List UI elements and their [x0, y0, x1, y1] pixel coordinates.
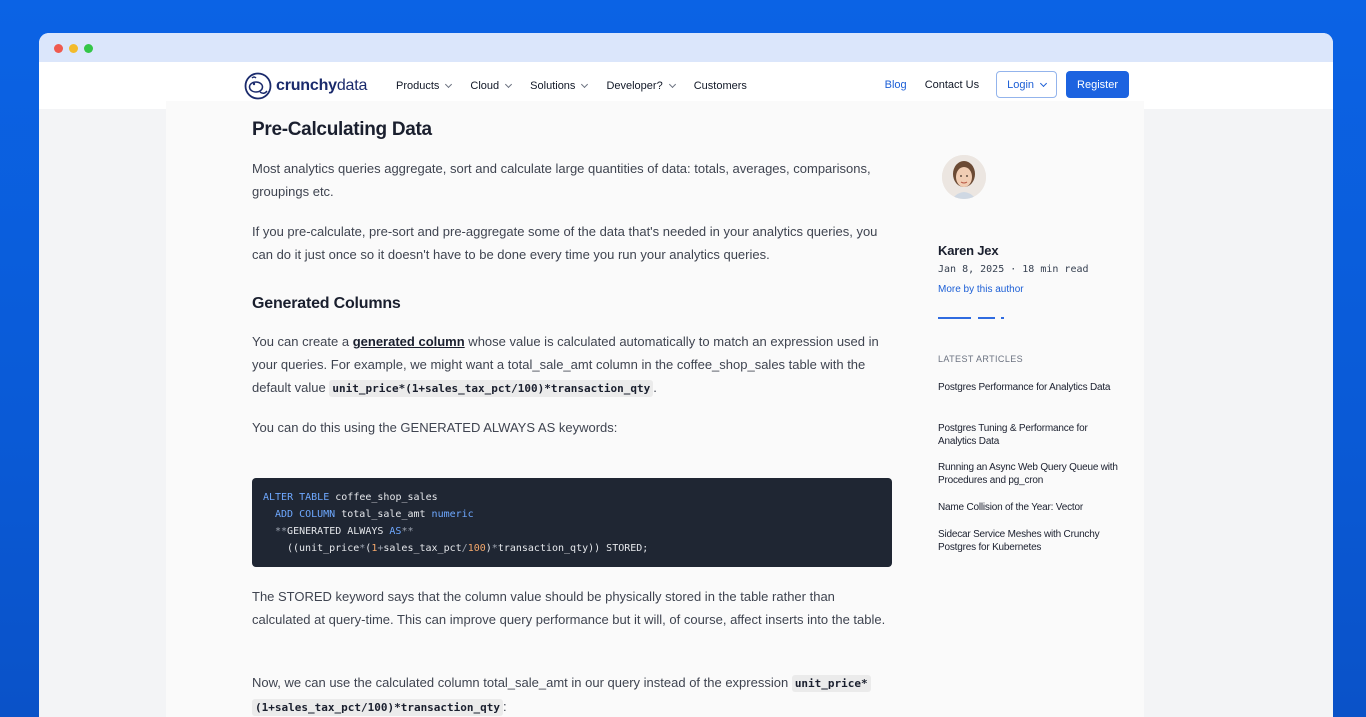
paragraph-3-text-c: .: [653, 380, 657, 395]
latest-article-link[interactable]: Running an Async Web Query Queue with Pr…: [938, 461, 1118, 487]
paragraph-1: Most analytics queries aggregate, sort a…: [252, 161, 871, 199]
login-button[interactable]: Login: [996, 71, 1058, 98]
subsection-title: Generated Columns: [252, 295, 401, 312]
paragraph-3: You can create a generated column whose …: [252, 330, 892, 400]
paragraph-6: Now, we can use the calculated column to…: [252, 671, 892, 717]
section-title: Pre-Calculating Data: [252, 119, 432, 140]
generated-column-link[interactable]: generated column: [353, 334, 465, 349]
code-line-4: ((unit_price*(1+sales_tax_pct/100)*trans…: [263, 540, 881, 557]
login-button-label: Login: [1007, 78, 1035, 91]
code-block: ALTER TABLE coffee_shop_sales ADD COLUMN…: [252, 478, 892, 567]
nav-solutions[interactable]: Solutions: [530, 79, 589, 92]
latest-article-link[interactable]: Postgres Performance for Analytics Data: [938, 381, 1118, 394]
code-text: coffee_shop_sales: [329, 492, 438, 503]
paragraph-6-text-b: :: [503, 699, 507, 714]
content-column: Pre-Calculating Data Most analytics quer…: [166, 101, 1144, 717]
code-keyword: ALTER TABLE: [263, 492, 330, 503]
code-text: GENERATED ALWAYS: [287, 526, 390, 537]
latest-article-link[interactable]: Name Collision of the Year: Vector: [938, 501, 1118, 514]
nav-customers[interactable]: Customers: [694, 80, 747, 92]
nav-customers-label: Customers: [693, 79, 747, 92]
nav-cloud-label: Cloud: [470, 79, 500, 92]
browser-window: crunchydata Products Cloud Solutions Dev…: [39, 33, 1333, 717]
inline-code-expression-1: unit_price*: [791, 675, 871, 692]
share-link-2[interactable]: [978, 317, 995, 319]
nav-cloud[interactable]: Cloud: [470, 79, 513, 92]
nav-blog-link[interactable]: Blog: [885, 79, 907, 91]
minimize-window-button[interactable]: [69, 44, 78, 53]
code-text: total_sale_amt: [335, 509, 432, 520]
nav-developer[interactable]: Developer?: [606, 79, 676, 92]
code-number: 100: [467, 543, 486, 554]
code-line-2: ADD COLUMN total_sale_amt numeric: [263, 506, 881, 523]
more-by-author-link[interactable]: More by this author: [938, 284, 1024, 295]
author-photo: [942, 155, 986, 199]
maximize-window-button[interactable]: [84, 44, 93, 53]
chevron-down-icon: [505, 80, 513, 88]
window-titlebar: [39, 33, 1333, 62]
paragraph-6-text-a: Now, we can use the calculated column to…: [252, 675, 792, 690]
inline-code-expression: unit_price*(1+sales_tax_pct/100)*transac…: [329, 380, 654, 397]
paragraph-2: If you pre-calculate, pre-sort and pre-a…: [252, 224, 878, 262]
nav-products[interactable]: Products: [396, 79, 453, 92]
crunchy-data-logo[interactable]: crunchydata: [244, 72, 367, 100]
latest-article-link[interactable]: Postgres Tuning & Performance for Analyt…: [938, 422, 1118, 448]
code-line-3: **GENERATED ALWAYS AS**: [263, 523, 881, 540]
code-keyword: ADD COLUMN: [275, 509, 336, 520]
paragraph-3-text-a: You can create a: [252, 334, 353, 349]
code-operator: **: [401, 526, 414, 537]
chevron-down-icon: [668, 80, 676, 88]
code-text: transaction_qty)) STORED;: [497, 543, 649, 554]
code-line-1: ALTER TABLE coffee_shop_sales: [263, 489, 881, 506]
close-window-button[interactable]: [54, 44, 63, 53]
author-avatar[interactable]: [942, 155, 986, 199]
nav-developer-label: Developer?: [606, 79, 663, 92]
page-body: Pre-Calculating Data Most analytics quer…: [39, 101, 1333, 717]
author-name[interactable]: Karen Jex: [938, 243, 999, 258]
nav-solutions-label: Solutions: [530, 79, 576, 92]
code-keyword: AS: [389, 526, 402, 537]
nav-products-label: Products: [396, 79, 440, 92]
paragraph-4: You can do this using the GENERATED ALWA…: [252, 420, 618, 435]
latest-articles-heading: LATEST ARTICLES: [938, 354, 1024, 364]
brand-name-bold: crunchy: [276, 77, 337, 94]
code-text: sales_tax_pct: [383, 543, 462, 554]
code-keyword: numeric: [431, 509, 474, 520]
post-meta: Jan 8, 2025 · 18 min read: [938, 264, 1089, 275]
hippo-logo-icon: [244, 72, 272, 100]
latest-article-link[interactable]: Sidecar Service Meshes with Crunchy Post…: [938, 528, 1118, 554]
inline-code-expression-2: (1+sales_tax_pct/100)*transaction_qty: [252, 699, 504, 716]
code-text: ((unit_price: [287, 543, 360, 554]
nav-contact-link[interactable]: Contact Us: [925, 79, 979, 91]
paragraph-5: The STORED keyword says that the column …: [252, 589, 886, 627]
brand-name-light: data: [336, 77, 368, 94]
code-operator: **: [275, 526, 288, 537]
share-link-1[interactable]: [938, 317, 971, 319]
brand-name: crunchydata: [276, 77, 367, 95]
nav-actions: Blog Contact Us Login Register: [885, 71, 1129, 98]
register-button[interactable]: Register: [1066, 71, 1129, 98]
chevron-down-icon: [445, 80, 453, 88]
chevron-down-icon: [1039, 79, 1048, 87]
chevron-down-icon: [581, 80, 589, 88]
share-link-3[interactable]: [1001, 317, 1004, 319]
